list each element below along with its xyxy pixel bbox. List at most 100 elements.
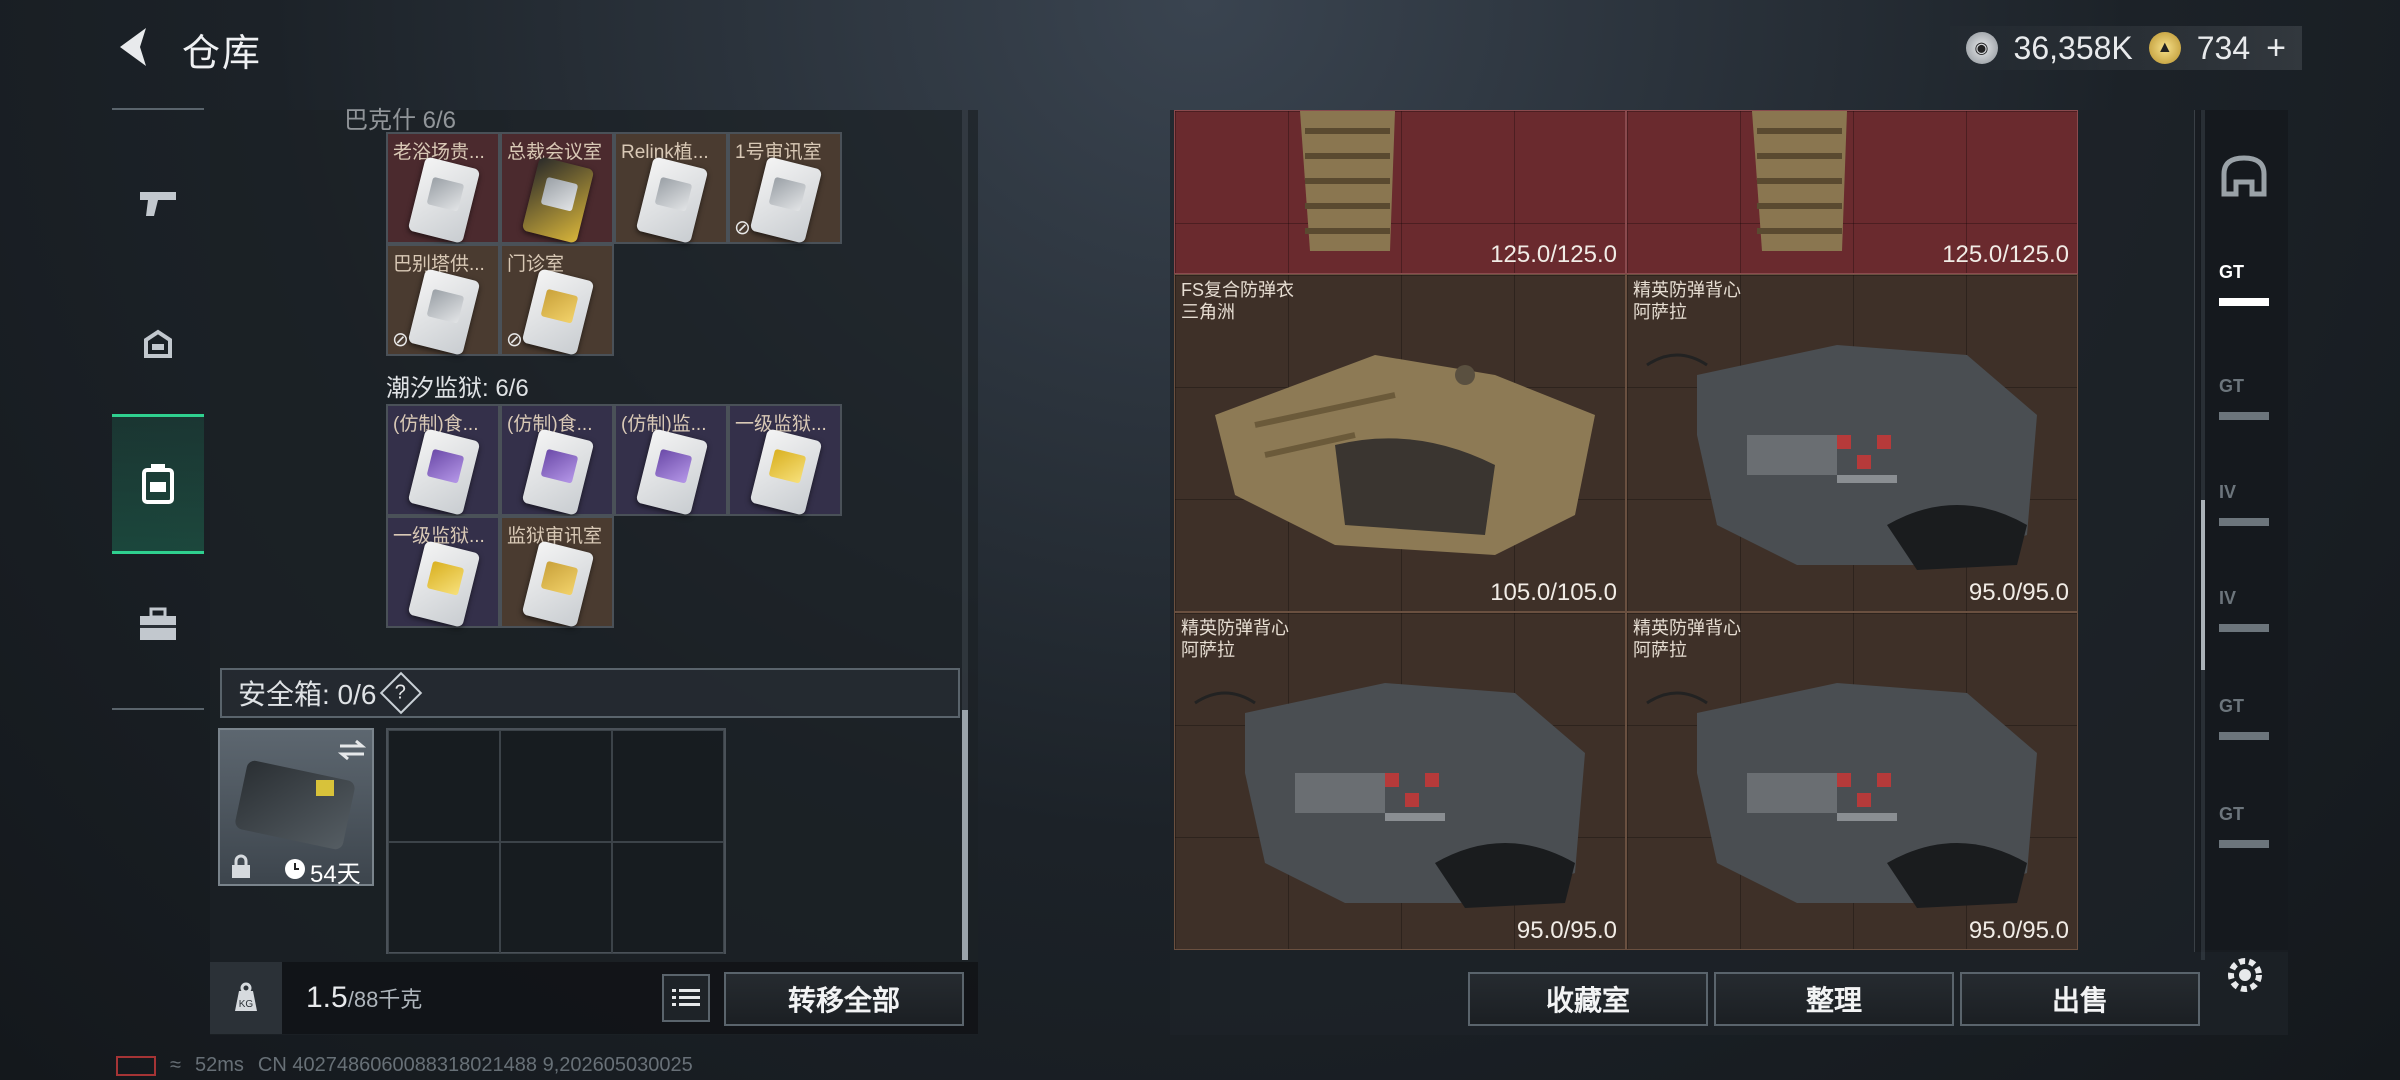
nav-equipment[interactable] [112,276,204,416]
tier-nav-item[interactable]: GT [2200,778,2288,874]
keycard-image [749,156,823,244]
tier-nav-scrollbar[interactable] [2201,110,2205,960]
armor-vest-image [1646,683,2037,908]
keycard-slot[interactable]: 老浴场贵... [386,132,500,244]
tier-label: GT [2219,376,2244,396]
keycard-label: 一级监狱... [735,414,827,435]
safe-cell[interactable] [612,842,724,954]
add-currency-button[interactable]: + [2266,29,2286,68]
sort-button[interactable]: 整理 [1714,972,1954,1026]
help-icon[interactable]: ? [380,671,423,715]
tier-nav-item[interactable]: IV [2200,562,2288,658]
item-name-line1: 精英防弹背心 [1633,618,1741,638]
item-name-line1: 精英防弹背心 [1633,280,1741,300]
scroll-thumb[interactable] [962,710,968,960]
tier-label: GT [2219,696,2244,716]
tier-label: IV [2219,482,2237,502]
keycard-label: 巴别塔供... [393,254,485,275]
weight-current: 1.5 [306,981,348,1014]
weight-max: /88千克 [347,987,423,1012]
sell-button[interactable]: 出售 [1960,972,2200,1026]
safe-cell[interactable] [612,730,724,842]
battery-icon [116,1055,156,1076]
collection-room-button[interactable]: 收藏室 [1468,972,1708,1026]
safe-cell[interactable] [388,730,500,842]
tier-nav-item[interactable]: GT [2200,236,2288,332]
keycard-label: 老浴场贵... [393,142,485,163]
safe-case-slot[interactable]: 54天 [218,728,374,888]
armor-item[interactable]: FS复合防弹衣 三角洲 105.0/105.0 [1174,274,1626,612]
silver-balance: 36,358K [2013,29,2133,66]
nav-containers[interactable] [112,414,204,554]
keycard-slot[interactable]: (仿制)食... [500,404,614,516]
keycard-slot[interactable]: 门诊室 ⊘ [500,244,614,356]
armor-item[interactable]: 125.0/125.0 [1626,110,2078,274]
keycard-slot[interactable]: 总裁会议室 [500,132,614,244]
keycard-image [407,540,481,628]
storage-panel: 125.0/125.0 125.0/125.0 FS复合防弹衣 三角洲 105.0/10… [1170,110,2288,1035]
armor-tier-nav: GT GT IV IV GT GT [2200,110,2288,950]
safe-cell[interactable] [500,842,612,954]
keycard-image [635,156,709,244]
tier-label: IV [2219,588,2237,608]
keycard-image [407,268,481,356]
swap-icon[interactable] [336,738,368,762]
armor-vest-image [1215,355,1595,555]
durability-value: 95.0/95.0 [1516,917,1617,944]
safe-box-grid[interactable] [386,728,726,954]
toolbox-icon [140,607,176,640]
keycard-slot[interactable]: 一级监狱... [728,404,842,516]
inventory-scrollbar[interactable] [962,110,968,960]
keycard-slot[interactable]: Relink植... [614,132,728,244]
armor-item[interactable]: 精英防弹背心 阿萨拉 95.0/95.0 [1174,612,1626,950]
armor-item[interactable]: 精英防弹背心 阿萨拉 95.0/95.0 [1626,612,2078,950]
tier-nav-item[interactable] [2200,128,2288,224]
keycard-label: 门诊室 [507,254,565,275]
storage-actions: 收藏室 整理 出售 [1468,972,2200,1026]
item-name: FS复合防弹衣 三角洲 [1181,279,1294,323]
gear-icon[interactable] [2222,952,2268,998]
case-badge [316,780,334,796]
tier-nav-item[interactable]: GT [2200,350,2288,446]
no-sell-icon: ⊘ [392,329,409,351]
armor-tier-icon: GT [2219,262,2269,306]
keycard-label: (仿制)食... [393,414,479,435]
safe-box-label: 安全箱: 0/6 [238,679,377,710]
nav-tools[interactable] [112,554,204,694]
tier-nav-item[interactable]: IV [2200,456,2288,552]
list-view-button[interactable] [662,974,710,1022]
armor-item[interactable]: 精英防弹背心 阿萨拉 95.0/95.0 [1626,274,2078,612]
keycard-label: 1号审讯室 [735,142,822,163]
tier-label: GT [2219,804,2244,824]
keycard-slot[interactable]: (仿制)监... [614,404,728,516]
nav-weapons[interactable] [112,132,204,272]
back-arrow-icon[interactable] [112,24,158,70]
keycard-image [407,156,481,244]
armor-item[interactable]: 125.0/125.0 [1174,110,1626,274]
clock-icon [285,859,305,879]
armor-tier-icon: GT [2219,376,2269,420]
safe-cell[interactable] [388,842,500,954]
gold-coin-icon: ▲ [2148,32,2181,64]
keycard-slot[interactable]: 巴别塔供... ⊘ [386,244,500,356]
keycard-label: 总裁会议室 [507,142,603,163]
tier-nav-item[interactable]: GT [2200,670,2288,766]
keycard-slot[interactable]: (仿制)食... [386,404,500,516]
keycard-image [749,428,823,516]
keycard-image [407,428,481,516]
safe-cell[interactable] [500,730,612,842]
armor-tier-icon: GT [2219,804,2269,848]
transfer-all-button[interactable]: 转移全部 [724,972,964,1026]
safe-box-header: 安全箱: 0/6 ? [220,668,960,718]
scroll-thumb[interactable] [2201,500,2205,670]
list-icon [672,989,700,1006]
durability-value: 105.0/105.0 [1490,579,1617,606]
svg-text:KG: KG [239,999,254,1010]
gold-balance: 734 [2196,29,2251,66]
item-origin: 阿萨拉 [1633,302,1687,322]
keycard-slot[interactable]: 一级监狱... [386,516,500,628]
storage-grid: 125.0/125.0 125.0/125.0 FS复合防弹衣 三角洲 105.0/10… [1174,110,2194,952]
keycard-label: (仿制)食... [507,414,593,435]
keycard-slot[interactable]: 1号审讯室 ⊘ [728,132,842,244]
keycard-slot[interactable]: 监狱审讯室 [500,516,614,628]
